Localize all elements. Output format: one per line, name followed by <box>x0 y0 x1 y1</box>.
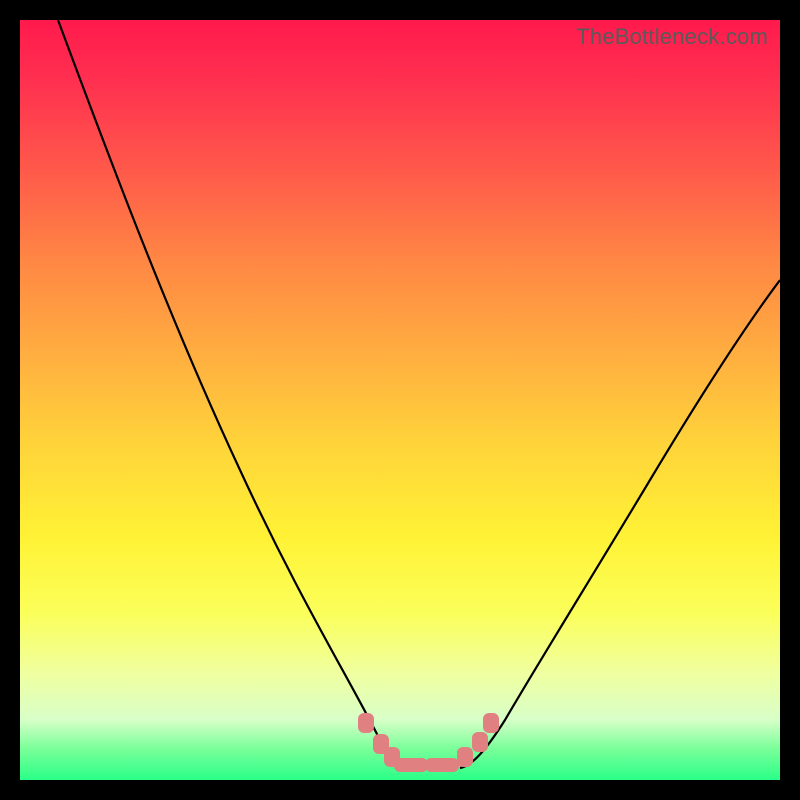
right-curve-path <box>460 280 780 768</box>
curve-marker <box>457 747 473 767</box>
chart-plot-area: TheBottleneck.com <box>20 20 780 780</box>
curve-marker <box>483 713 499 733</box>
curve-marker <box>472 732 488 752</box>
left-curve-path <box>58 20 418 768</box>
bottleneck-curve <box>20 20 780 780</box>
curve-marker <box>394 758 428 772</box>
curve-marker <box>425 758 459 772</box>
watermark-text: TheBottleneck.com <box>576 24 768 50</box>
curve-marker <box>358 713 374 733</box>
